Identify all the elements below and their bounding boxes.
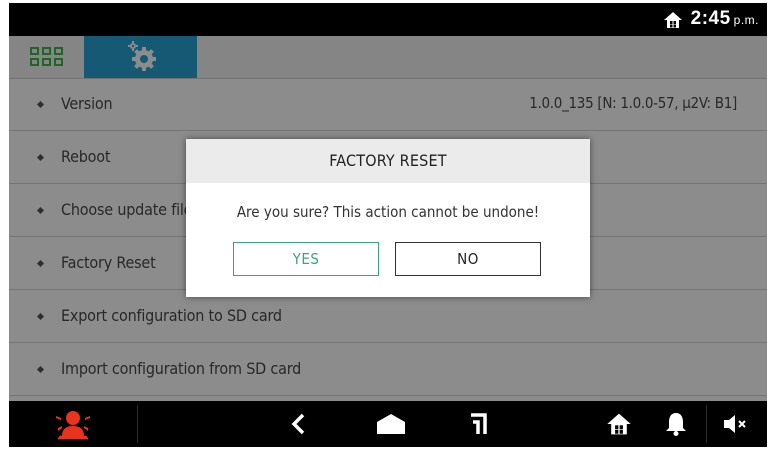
mute-button[interactable] [709,401,763,447]
nav-divider [137,405,138,443]
recent-button[interactable] [454,401,504,447]
bell-button[interactable] [651,401,701,447]
house-button[interactable] [594,401,644,447]
home-status-icon [664,12,682,28]
dialog-title: FACTORY RESET [186,139,590,183]
alarm-button[interactable] [9,401,137,447]
no-button[interactable]: NO [395,242,541,276]
house-icon [607,413,631,435]
clock-ampm: p.m. [733,13,759,27]
device-screen: 2:45 p.m. Version 1.0.0_135 [N: 1.0.0-57… [9,3,767,447]
bell-icon [666,413,686,436]
status-bar: 2:45 p.m. [9,3,767,36]
mute-icon [724,415,746,433]
nav-divider [706,405,707,443]
clock: 2:45 p.m. [691,8,759,30]
nav-bar [9,401,767,447]
alarm-icon [56,411,90,440]
home-nav-button[interactable] [361,401,421,447]
yes-button[interactable]: YES [233,242,379,276]
factory-reset-dialog: FACTORY RESET Are you sure? This action … [186,139,590,297]
recent-icon [471,413,487,434]
dialog-message: Are you sure? This action cannot be undo… [236,203,540,221]
back-button[interactable] [274,401,324,447]
home-icon [377,414,405,434]
back-icon [291,413,305,435]
clock-time: 2:45 [690,8,731,29]
